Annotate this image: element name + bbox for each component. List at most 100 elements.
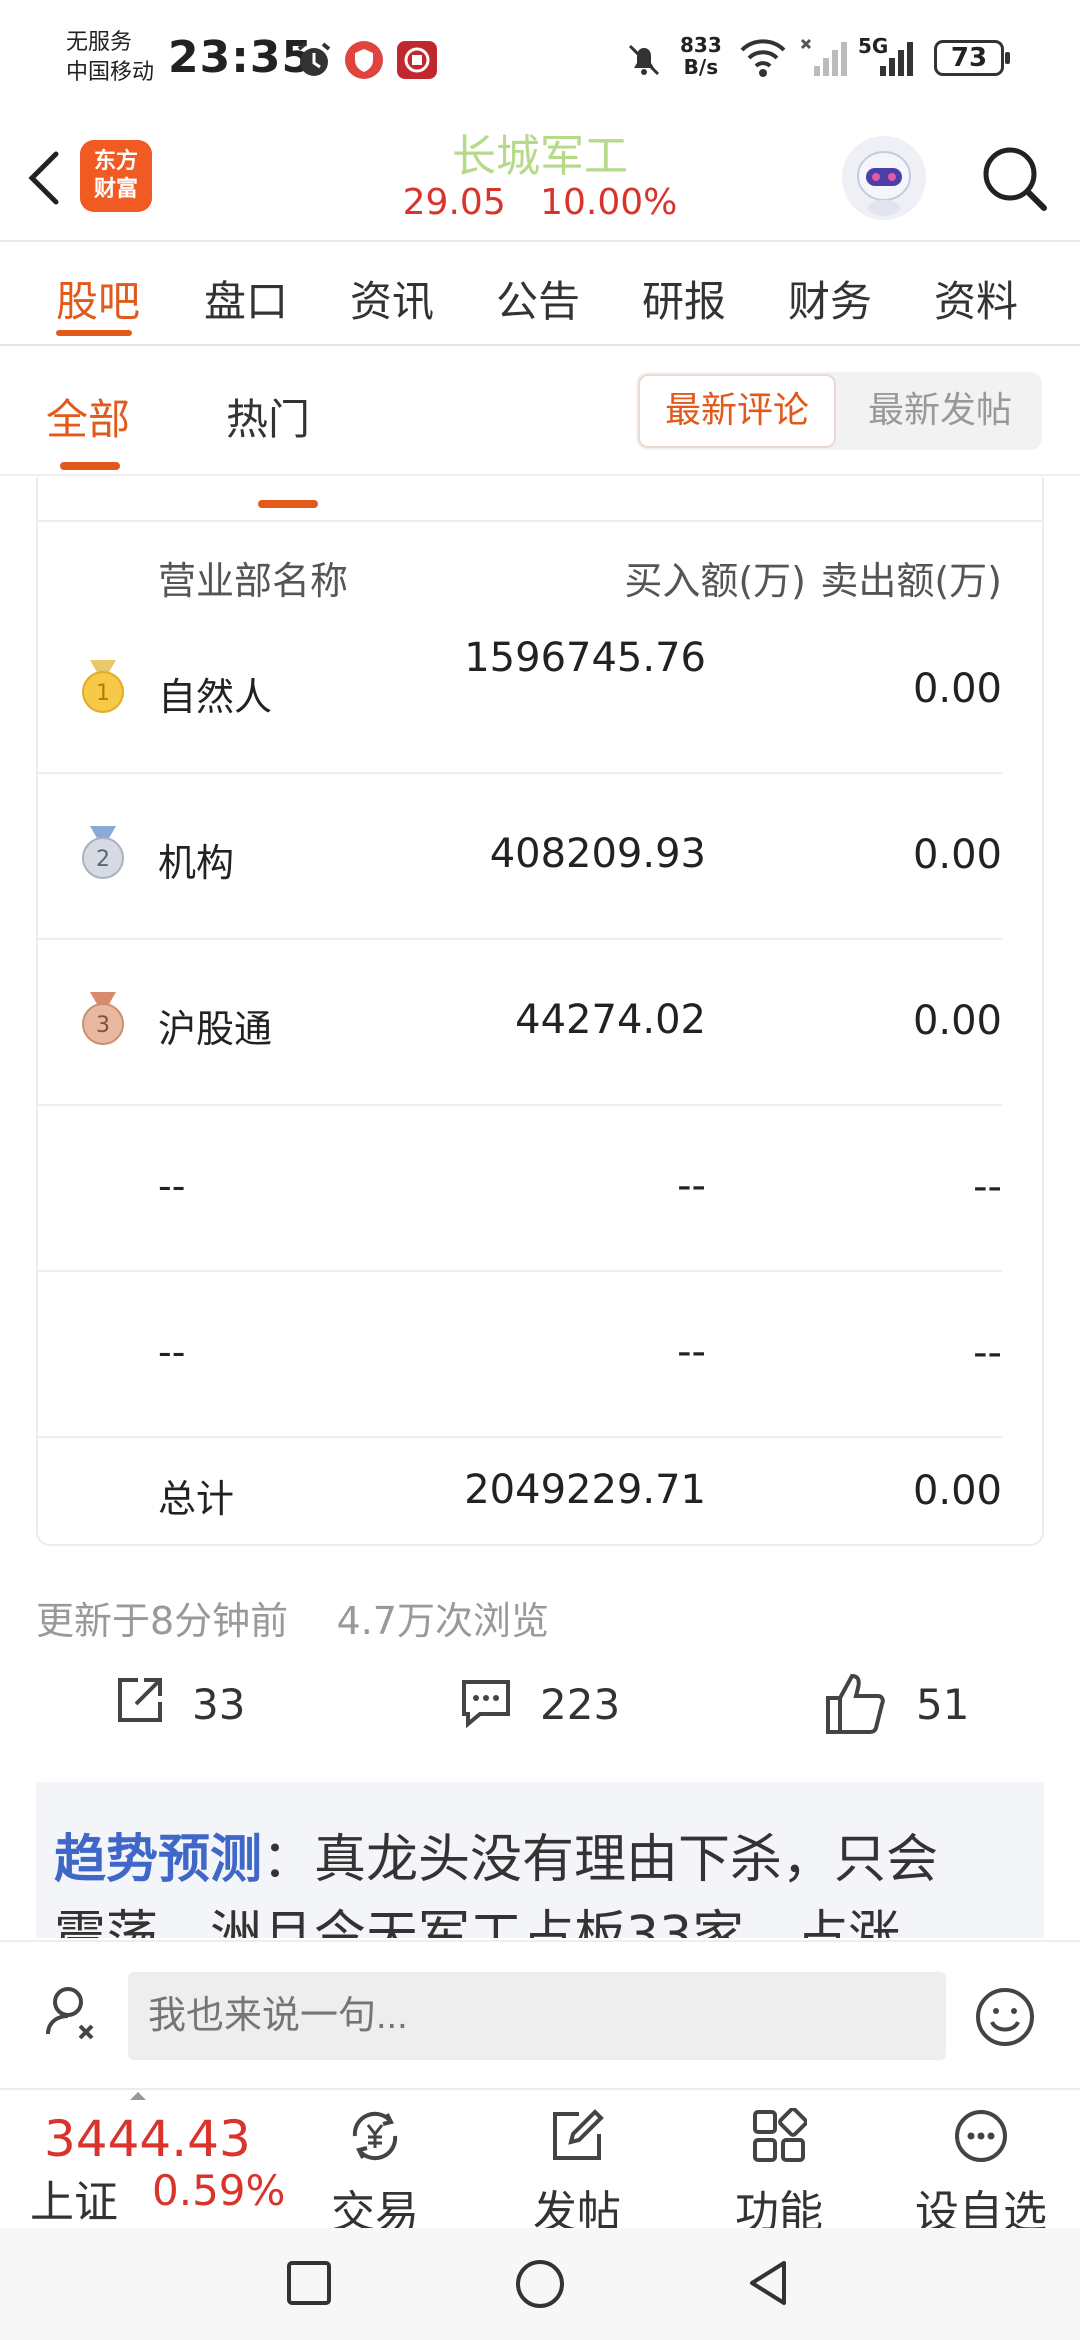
tab-research[interactable]: 研报 [642,268,726,329]
robot-icon [857,151,911,216]
bank-app-icon [397,41,437,79]
preview-line-1: 趋势预测：真龙头没有理由下杀，只会 [54,1822,1044,1898]
main-tabs: 股吧 盘口 资讯 公告 研报 财务 资料 [0,242,1080,346]
table-row[interactable]: 2 机构 408209.93 0.00 [38,774,1002,940]
svg-text:3: 3 [96,1013,110,1038]
preview-line-2: 震荡，洲且今天军工占板33家，占涨 [54,1906,901,1938]
sort-latest-post-button[interactable]: 最新发帖 [840,374,1040,448]
mute-bell-icon [628,44,660,76]
buy-amount: 44274.02 [515,997,706,1043]
table-row[interactable]: -- -- -- [38,1106,1002,1272]
seat-name: 沪股通 [158,1007,273,1051]
carrier-line-1: 无服务 [66,30,133,55]
column-header-name: 营业部名称 [158,559,349,603]
clipped-tab-indicator [258,500,318,508]
stock-price: 29.05 [402,182,506,223]
robot-assistant-avatar[interactable] [842,136,926,220]
comment-button[interactable]: 223 [458,1672,638,1752]
share-count: 33 [192,1680,246,1729]
active-tab-indicator [56,330,132,336]
share-button[interactable]: 33 [112,1672,272,1752]
wifi-icon [740,39,786,77]
silver-medal-icon: 2 [82,826,124,879]
active-subtab-indicator [60,462,120,470]
updated-time: 更新于8分钟前 [36,1599,289,1643]
comment-bar [0,1940,1080,2086]
seat-name: -- [158,1330,186,1374]
recents-icon[interactable] [284,2258,334,2308]
table-row[interactable]: 1 自然人 1596745.76 0.00 [38,608,1002,774]
carrier-line-2: 中国移动 [66,60,155,85]
carrier-info: 无服务 中国移动 [66,28,154,88]
post-actions: 33 223 51 [0,1672,1080,1762]
grid-icon [753,2108,807,2162]
net-speed-unit: B/s [683,55,719,79]
total-buy-amount: 2049229.71 [464,1467,706,1513]
index-change-pct: 0.59% [152,2166,286,2215]
sell-amount: -- [973,1164,1002,1210]
index-value: 3444.43 [44,2110,251,2168]
stock-header: 东方 财富 长城军工 29.05 10.00% [0,110,1080,242]
table-row[interactable]: 3 沪股通 44274.02 0.00 [38,940,1002,1106]
signal-weak-icon [800,38,847,76]
search-icon[interactable] [978,142,1050,214]
post-content-preview[interactable]: 趋势预测：真龙头没有理由下杀，只会 震荡，洲且今天军工占板33家，占涨 [36,1782,1044,1938]
yuan-exchange-icon [352,2111,398,2161]
comment-icon [462,1680,510,1728]
more-dots-icon [955,2110,1007,2162]
edit-icon [553,2109,604,2160]
net-speed: 833 B/s [680,34,722,78]
sort-toggle: 最新评论 最新发帖 [636,372,1042,450]
home-icon[interactable] [514,2258,566,2310]
tab-pankou[interactable]: 盘口 [204,268,288,329]
subtab-hot[interactable]: 热门 [226,386,310,447]
buy-amount: -- [677,1329,706,1375]
preview-body: ：真龙头没有理由下杀，只会 [262,1830,939,1890]
sell-amount: 0.00 [912,666,1002,712]
status-bar: 无服务 中国移动 23:35 833 B/s 5G 73 [0,0,1080,110]
gold-medal-icon: 1 [82,660,124,713]
tab-finance[interactable]: 财务 [788,268,872,329]
thumbs-up-icon [826,1673,885,1734]
sort-latest-comment-button[interactable]: 最新评论 [638,374,836,448]
index-quote[interactable]: 3444.43 上证 0.59% [0,2090,300,2230]
tab-announcements[interactable]: 公告 [496,268,580,329]
share-icon [118,1678,162,1722]
like-count: 51 [916,1680,970,1729]
bottom-toolbar: 3444.43 上证 0.59% 交易 发帖 功能 设自选 [0,2088,1080,2238]
tab-guba[interactable]: 股吧 [56,268,140,329]
seat-name: 机构 [158,841,235,885]
like-button[interactable]: 51 [822,1672,992,1752]
status-time: 23:35 [168,32,314,83]
preview-tag[interactable]: 趋势预测 [54,1830,262,1890]
post-filter-bar: 全部 热门 最新评论 最新发帖 [0,346,1080,476]
trading-seats-table: 营业部名称 买入额(万) 卖出额(万) 1 自然人 1596745.76 0.0… [36,478,1044,1546]
comment-input[interactable] [128,1972,946,2060]
shield-app-icon [345,41,383,79]
emoji-icon[interactable] [974,1986,1036,2048]
alarm-icon [297,42,331,76]
clipped-table-tabs [38,478,1042,520]
view-count: 4.7万次浏览 [336,1599,549,1643]
comment-count: 223 [540,1680,621,1729]
seat-name: 自然人 [158,675,273,719]
tab-news[interactable]: 资讯 [350,268,434,329]
signal-strong-icon [880,42,913,76]
table-row[interactable]: -- -- -- [38,1272,1002,1438]
net-speed-value: 833 [680,33,722,57]
back-nav-icon[interactable] [744,2258,794,2308]
sell-amount: -- [973,1330,1002,1376]
buy-amount: -- [677,1163,706,1209]
tab-profile[interactable]: 资料 [934,268,1018,329]
voice-input-icon[interactable] [44,1984,102,2044]
index-name: 上证 [30,2177,118,2228]
svg-text:1: 1 [96,681,110,706]
subtab-all[interactable]: 全部 [46,386,130,447]
table-divider [38,520,1042,522]
column-header-sell: 卖出额(万) [820,559,1002,603]
total-sell-amount: 0.00 [912,1468,1002,1514]
battery-indicator: 73 [934,40,1010,76]
svg-text:2: 2 [96,847,110,872]
buy-amount: 408209.93 [489,831,706,877]
table-total-row: 总计 2049229.71 0.00 [38,1438,1002,1544]
